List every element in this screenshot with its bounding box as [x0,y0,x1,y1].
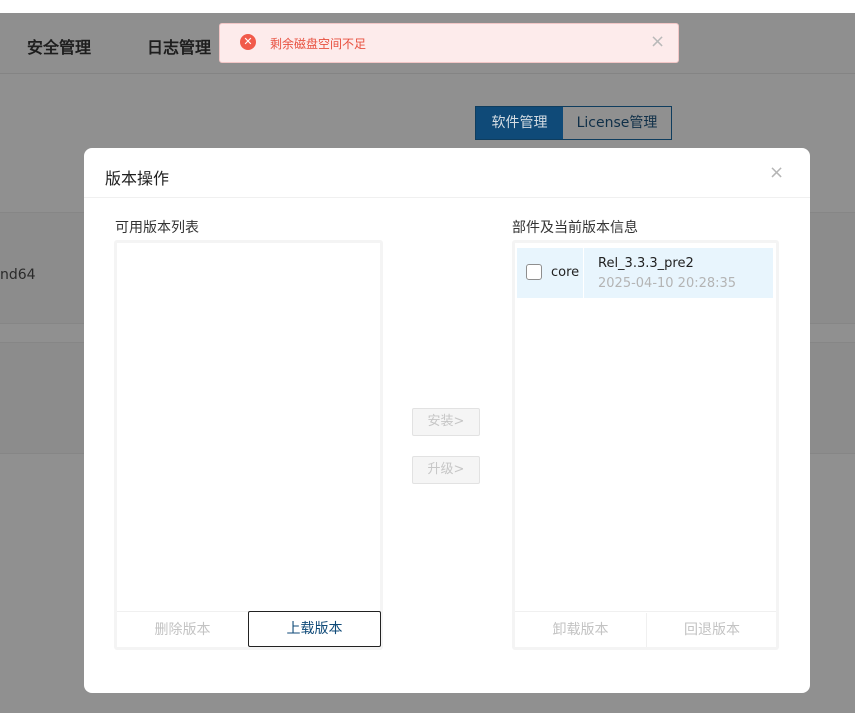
upload-version-button[interactable]: 上载版本 [248,611,381,647]
install-button[interactable]: 安装> [412,408,480,436]
components-title: 部件及当前版本信息 [512,220,638,236]
component-row-separator [583,248,584,298]
error-toast: ✕ 剩余磁盘空间不足 × [219,23,679,63]
uninstall-version-button[interactable]: 卸载版本 [515,613,647,647]
nav-log-management: 日志管理 [147,38,212,57]
tab-license-management: License管理 [563,107,671,139]
upgrade-button[interactable]: 升级> [412,456,480,484]
available-versions-title: 可用版本列表 [115,220,199,236]
background-row-text: nd64 [0,267,36,283]
available-versions-footer: 删除版本 上载版本 [117,611,381,647]
version-operation-dialog: 版本操作 × 可用版本列表 删除版本 上载版本 安装> 升级> 部件及当前版本信… [84,148,810,693]
dialog-title: 版本操作 [105,169,170,188]
components-footer: 卸载版本 回退版本 [515,611,776,647]
available-versions-panel: 删除版本 上载版本 [114,240,383,650]
component-name: core [551,265,580,280]
error-circle-icon: ✕ [240,34,256,50]
component-version: Rel_3.3.3_pre2 [598,256,694,271]
component-timestamp: 2025-04-10 20:28:35 [598,276,737,291]
dialog-divider [84,197,810,198]
component-row[interactable]: core Rel_3.3.3_pre2 2025-04-10 20:28:35 [517,248,773,298]
toast-message: 剩余磁盘空间不足 [270,37,367,51]
component-checkbox[interactable] [526,264,542,280]
nav-security-management: 安全管理 [27,38,92,57]
components-panel: core Rel_3.3.3_pre2 2025-04-10 20:28:35 … [512,240,779,650]
tab-software-management: 软件管理 [476,107,563,139]
delete-version-button[interactable]: 删除版本 [117,613,248,647]
dialog-close-icon[interactable]: × [769,162,784,183]
toast-close-icon[interactable]: × [650,31,665,52]
rollback-version-button[interactable]: 回退版本 [648,613,776,647]
top-strip [0,0,855,13]
available-versions-list[interactable] [117,243,380,611]
software-tab-group: 软件管理 License管理 [475,106,672,140]
